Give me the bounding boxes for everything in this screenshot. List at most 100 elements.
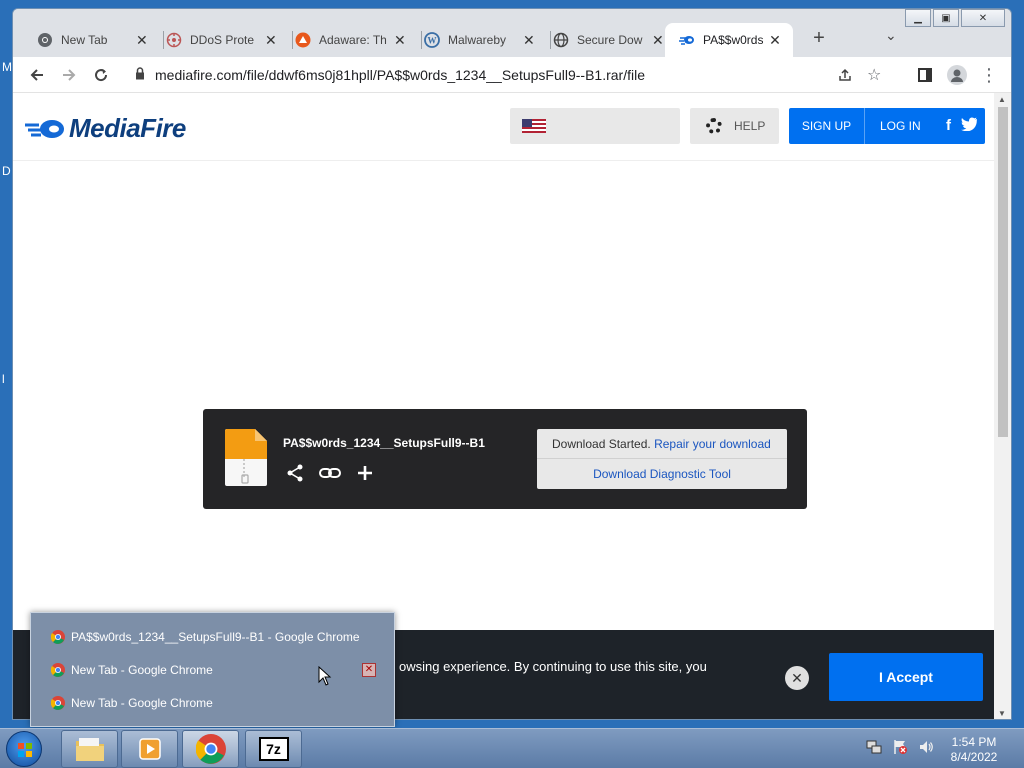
link-icon[interactable]	[319, 463, 341, 488]
download-status-text: Download Started.	[552, 437, 651, 451]
download-status-panel: Download Started. Repair your download D…	[537, 429, 787, 489]
close-icon[interactable]: ✕	[767, 32, 783, 49]
mediafire-icon	[679, 32, 695, 48]
address-bar[interactable]: mediafire.com/file/ddwf6ms0j81hpll/PA$$w…	[125, 61, 995, 89]
chrome-icon	[51, 696, 65, 710]
taskbar-7zip[interactable]: 7z	[245, 730, 302, 768]
back-arrow-icon[interactable]	[25, 63, 49, 87]
diagnostic-tool-link[interactable]: Download Diagnostic Tool	[537, 459, 787, 489]
close-icon[interactable]: ✕	[651, 32, 665, 49]
forward-arrow-icon[interactable]	[57, 63, 81, 87]
tab-label: DDoS Prote	[190, 33, 255, 47]
signup-button[interactable]: SIGN UP	[789, 108, 865, 144]
window-list-item[interactable]: New Tab - Google Chrome	[51, 660, 213, 680]
tab-label: Adaware: Th	[319, 33, 387, 47]
download-card: PA$$w0rds_1234__SetupsFull9--B1 Download…	[203, 409, 807, 509]
tab-malwarebytes[interactable]: W Malwareby ✕	[410, 23, 546, 57]
maximize-button[interactable]: ▣	[933, 9, 959, 27]
close-icon[interactable]: ✕	[393, 32, 407, 49]
mouse-cursor-icon	[318, 666, 332, 686]
tab-ddos-protection[interactable]: DDoS Prote ✕	[152, 23, 288, 57]
media-player-icon	[138, 738, 161, 760]
start-button[interactable]	[6, 731, 42, 767]
tab-new-tab[interactable]: New Tab ✕	[23, 23, 159, 57]
add-plus-icon[interactable]	[355, 463, 375, 488]
action-center-flag-icon[interactable]	[892, 739, 908, 758]
new-tab-button[interactable]: +	[807, 27, 831, 50]
tab-secure-download[interactable]: Secure Dow ✕	[539, 23, 675, 57]
site-header: MediaFire HELP SIGN UP LOG IN f	[13, 93, 994, 161]
wordpress-icon: W	[424, 32, 440, 48]
download-status-row: Download Started. Repair your download	[537, 429, 787, 459]
help-button[interactable]: HELP	[690, 108, 779, 144]
close-icon[interactable]: ✕	[522, 32, 536, 49]
help-label: HELP	[734, 119, 766, 133]
window-list-label: New Tab - Google Chrome	[71, 663, 213, 677]
page-scrollbar[interactable]: ▲ ▼	[994, 93, 1011, 719]
windows-logo-icon	[18, 743, 32, 757]
us-flag-icon	[522, 119, 546, 133]
mediafire-flame-icon	[25, 119, 64, 138]
accept-button[interactable]: I Accept	[829, 653, 983, 701]
scroll-up-arrow-icon[interactable]: ▲	[998, 95, 1006, 104]
globe-icon	[553, 32, 569, 48]
chrome-icon	[195, 734, 226, 764]
lifebuoy-icon	[706, 118, 722, 134]
url-text: mediafire.com/file/ddwf6ms0j81hpll/PA$$w…	[155, 67, 645, 83]
taskbar-chrome[interactable]	[182, 730, 239, 768]
tab-label: PA$$w0rds_	[703, 33, 763, 47]
facebook-icon[interactable]: f	[946, 117, 951, 135]
scroll-down-arrow-icon[interactable]: ▼	[998, 709, 1006, 718]
repair-download-link[interactable]: Repair your download	[654, 437, 771, 451]
folder-icon	[75, 738, 104, 761]
desktop-text-fragment: D	[2, 164, 11, 178]
clock-date: 8/4/2022	[950, 750, 998, 764]
auth-bar: SIGN UP LOG IN f	[789, 108, 985, 144]
adaware-icon	[295, 32, 311, 48]
tab-strip: New Tab ✕ DDoS Prote ✕ Adaware: Th ✕ W M…	[13, 9, 1011, 57]
file-name: PA$$w0rds_1234__SetupsFull9--B1	[283, 436, 485, 450]
social-links: f	[946, 117, 977, 135]
window-list-label: New Tab - Google Chrome	[71, 696, 213, 710]
chrome-icon	[37, 32, 53, 48]
clock-time: 1:54 PM	[951, 735, 997, 749]
window-list-item[interactable]: New Tab - Google Chrome	[51, 693, 213, 713]
zip-file-icon	[225, 429, 267, 486]
twitter-icon[interactable]	[961, 117, 977, 135]
login-button[interactable]: LOG IN	[865, 108, 921, 144]
side-panel-icon[interactable]	[913, 63, 937, 87]
taskbar-explorer[interactable]	[61, 730, 118, 768]
reload-icon[interactable]	[89, 63, 113, 87]
tab-adaware[interactable]: Adaware: Th ✕	[281, 23, 417, 57]
share-icon[interactable]	[837, 61, 853, 89]
close-icon[interactable]: ✕	[362, 663, 376, 677]
minimize-button[interactable]: ▁	[905, 9, 931, 27]
tab-search-chevron-icon[interactable]: ⌄	[885, 27, 897, 44]
profile-avatar-icon[interactable]	[945, 63, 969, 87]
bookmark-star-icon[interactable]: ☆	[867, 61, 881, 89]
tab-mediafire-active[interactable]: PA$$w0rds_ ✕	[665, 23, 793, 57]
browser-toolbar: mediafire.com/file/ddwf6ms0j81hpll/PA$$w…	[13, 57, 1011, 93]
language-selector[interactable]	[510, 108, 680, 144]
logo-text: MediaFire	[69, 113, 186, 143]
share-icon[interactable]	[285, 463, 305, 488]
taskbar-window-list: PA$$w0rds_1234__SetupsFull9--B1 - Google…	[30, 612, 395, 727]
lock-icon[interactable]	[135, 67, 145, 83]
desktop-text-fragment: M	[2, 60, 12, 74]
cookie-close-button[interactable]: ✕	[785, 666, 809, 690]
close-icon[interactable]: ✕	[264, 32, 278, 49]
window-list-item[interactable]: PA$$w0rds_1234__SetupsFull9--B1 - Google…	[51, 627, 360, 647]
chrome-icon	[51, 663, 65, 677]
tab-label: Secure Dow	[577, 33, 643, 47]
mediafire-logo[interactable]: MediaFire	[25, 113, 186, 144]
window-list-label: PA$$w0rds_1234__SetupsFull9--B1 - Google…	[71, 630, 360, 644]
volume-icon[interactable]	[918, 739, 934, 758]
window-close-button[interactable]: ✕	[961, 9, 1005, 27]
system-clock[interactable]: 1:54 PM 8/4/2022	[942, 735, 1006, 765]
system-tray	[866, 739, 934, 758]
close-icon[interactable]: ✕	[135, 32, 149, 49]
network-icon[interactable]	[866, 739, 882, 758]
menu-kebab-icon[interactable]: ⋮	[977, 63, 1001, 87]
taskbar-media-player[interactable]	[121, 730, 178, 768]
scroll-thumb[interactable]	[998, 107, 1008, 437]
